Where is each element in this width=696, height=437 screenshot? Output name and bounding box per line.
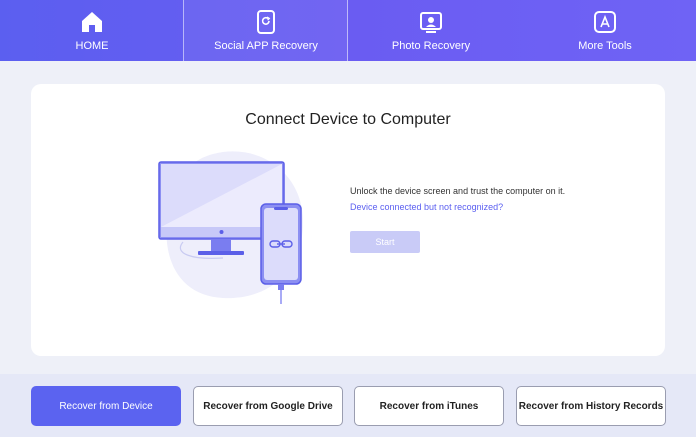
- home-icon: [79, 9, 105, 35]
- recover-from-history-records-button[interactable]: Recover from History Records: [516, 386, 666, 426]
- top-navigation: HOME Social APP Recovery Photo Recovery: [0, 0, 696, 61]
- nav-more-tools[interactable]: More Tools: [514, 0, 696, 61]
- nav-divider: [347, 0, 348, 61]
- nav-divider: [183, 0, 184, 61]
- connect-device-panel: Connect Device to Computer Unlock the de…: [31, 84, 665, 356]
- recover-from-itunes-button[interactable]: Recover from iTunes: [354, 386, 504, 426]
- recover-from-google-drive-button[interactable]: Recover from Google Drive: [193, 386, 343, 426]
- phone-refresh-icon: [256, 9, 276, 35]
- nav-social-app-recovery[interactable]: Social APP Recovery: [184, 0, 348, 61]
- nav-home[interactable]: HOME: [0, 0, 184, 61]
- start-button[interactable]: Start: [350, 231, 420, 253]
- device-not-recognized-link[interactable]: Device connected but not recognized?: [350, 202, 503, 212]
- page-title: Connect Device to Computer: [245, 111, 451, 128]
- nav-more-tools-label: More Tools: [578, 40, 632, 52]
- recovery-mode-bar: Recover from Device Recover from Google …: [0, 374, 696, 437]
- app-store-icon: [593, 9, 617, 35]
- nav-photo-recovery-label: Photo Recovery: [391, 40, 471, 52]
- device-connection-illustration: [158, 151, 303, 304]
- nav-photo-recovery[interactable]: Photo Recovery: [348, 0, 514, 61]
- recover-from-device-button[interactable]: Recover from Device: [31, 386, 181, 426]
- nav-home-label: HOME: [75, 40, 109, 52]
- photo-monitor-icon: [419, 9, 443, 35]
- connection-instruction: Unlock the device screen and trust the c…: [350, 186, 566, 196]
- nav-social-app-recovery-label: Social APP Recovery: [214, 40, 318, 52]
